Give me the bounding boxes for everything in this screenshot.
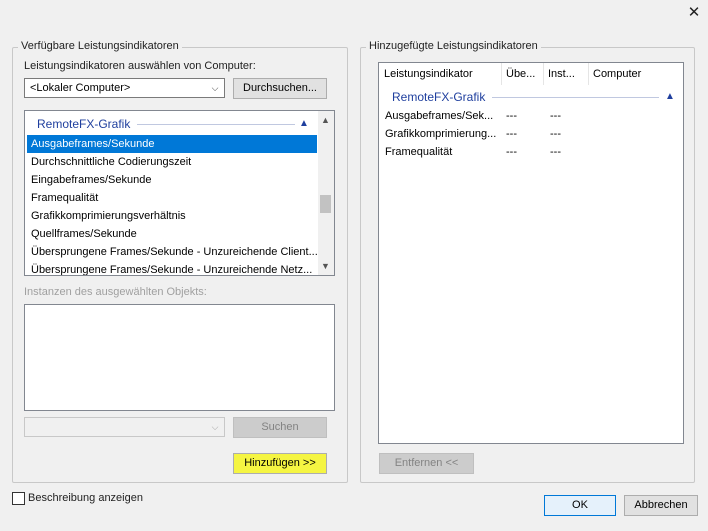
table-row[interactable]: Ausgabeframes/Sek... --- --- — [379, 107, 683, 125]
browse-button[interactable]: Durchsuchen... — [233, 78, 327, 99]
row-parent-cell: --- — [506, 146, 517, 158]
show-description-label[interactable]: Beschreibung anzeigen — [28, 492, 143, 505]
collapse-caret-icon[interactable]: ▲ — [665, 92, 675, 102]
close-icon[interactable]: ✕ — [684, 4, 704, 22]
counter-list-item[interactable]: Ausgabeframes/Sekunde — [27, 135, 317, 153]
added-counters-table[interactable]: Leistungsindikator Übe... Inst... Comput… — [378, 62, 684, 444]
column-header-parent[interactable]: Übe... — [502, 63, 544, 85]
computer-select-label: Leistungsindikatoren auswählen von Compu… — [24, 60, 256, 72]
chevron-down-icon: ⌵ — [211, 83, 219, 93]
computer-combobox[interactable]: <Lokaler Computer> ⌵ — [24, 78, 225, 98]
table-row[interactable]: Grafikkomprimierung... --- --- — [379, 125, 683, 143]
row-parent-cell: --- — [506, 110, 517, 122]
row-instance-cell: --- — [550, 146, 561, 158]
cancel-button[interactable]: Abbrechen — [624, 495, 698, 516]
scroll-up-icon[interactable]: ▲ — [318, 113, 333, 127]
row-counter-cell: Framequalität — [385, 146, 453, 158]
instances-label: Instanzen des ausgewählten Objekts: — [24, 286, 207, 298]
chevron-down-icon: ⌵ — [211, 422, 219, 432]
counter-list-item[interactable]: Eingabeframes/Sekunde — [27, 171, 317, 189]
collapse-caret-icon[interactable]: ▲ — [299, 119, 309, 129]
available-counters-title: Verfügbare Leistungsindikatoren — [18, 40, 182, 53]
row-counter-cell: Ausgabeframes/Sek... — [385, 110, 494, 122]
counter-list-item[interactable]: Grafikkomprimierungsverhältnis — [27, 207, 317, 225]
ok-button[interactable]: OK — [544, 495, 616, 516]
add-button[interactable]: Hinzufügen >> — [233, 453, 327, 474]
scroll-down-icon[interactable]: ▼ — [318, 259, 333, 273]
counter-list-item[interactable]: Quellframes/Sekunde — [27, 225, 317, 243]
counter-list-item[interactable]: Übersprungene Frames/Sekunde - Unzureich… — [27, 243, 317, 261]
column-header-computer[interactable]: Computer — [589, 63, 683, 85]
counter-list-item[interactable]: Übersprungene Frames/Sekunde - Unzureich… — [27, 261, 317, 275]
row-parent-cell: --- — [506, 128, 517, 140]
scroll-thumb[interactable] — [320, 195, 331, 213]
search-combobox[interactable]: ⌵ — [24, 417, 225, 437]
row-instance-cell: --- — [550, 110, 561, 122]
counter-category-title[interactable]: RemoteFX-Grafik — [37, 117, 130, 131]
computer-combobox-value: <Lokaler Computer> — [30, 82, 131, 94]
counter-list-scrollbar[interactable]: ▲ ▼ — [318, 111, 334, 275]
row-instance-cell: --- — [550, 128, 561, 140]
category-divider — [137, 124, 295, 125]
column-header-instance[interactable]: Inst... — [544, 63, 589, 85]
added-category-title[interactable]: RemoteFX-Grafik — [392, 90, 485, 104]
search-button[interactable]: Suchen — [233, 417, 327, 438]
row-counter-cell: Grafikkomprimierung... — [385, 128, 497, 140]
instances-list[interactable] — [24, 304, 335, 411]
counter-list-item[interactable]: Durchschnittliche Codierungszeit — [27, 153, 317, 171]
show-description-checkbox[interactable] — [12, 492, 25, 505]
added-category-divider — [492, 97, 659, 98]
added-counters-title: Hinzugefügte Leistungsindikatoren — [366, 40, 541, 53]
column-header-counter[interactable]: Leistungsindikator — [380, 63, 502, 85]
counter-list-item[interactable]: Framequalität — [27, 189, 317, 207]
table-row[interactable]: Framequalität --- --- — [379, 143, 683, 161]
counter-list[interactable]: RemoteFX-Grafik ▲ Ausgabeframes/Sekunde D… — [24, 110, 335, 276]
remove-button[interactable]: Entfernen << — [379, 453, 474, 474]
